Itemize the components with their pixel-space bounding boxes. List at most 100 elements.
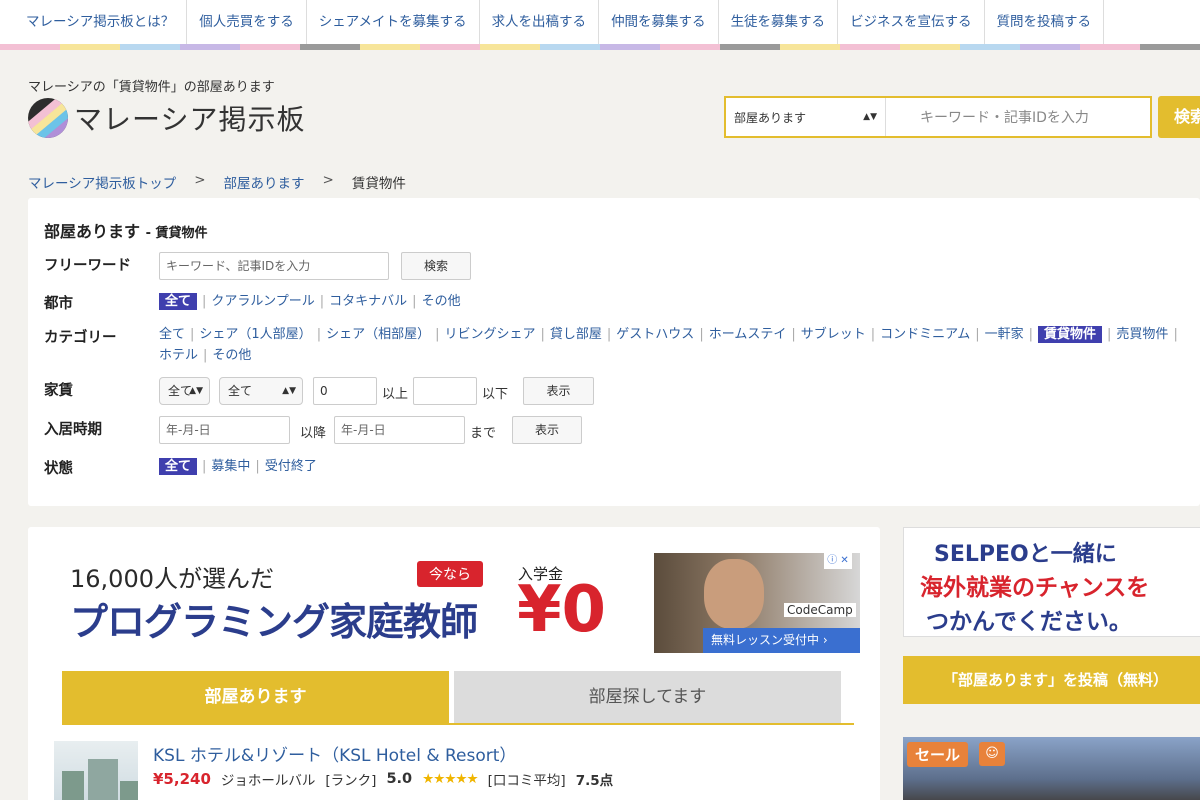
category-item[interactable]: ホテル [159, 348, 198, 363]
status-closed[interactable]: 受付終了 [265, 459, 317, 474]
listing-thumbnail[interactable] [54, 741, 138, 800]
rent-period-value: 全て [228, 384, 253, 398]
sale-badge: セール [907, 742, 969, 767]
category-item[interactable]: リビングシェア [444, 327, 535, 342]
sale-banner[interactable]: セール ☺ [903, 737, 1200, 800]
tab-rooms-available[interactable]: 部屋あります [62, 671, 449, 723]
movein-apply-button[interactable]: 表示 [512, 416, 582, 444]
site-logo[interactable]: マレーシア掲示板 [28, 98, 305, 138]
breadcrumb-rooms[interactable]: 部屋あります [224, 172, 305, 192]
city-kk[interactable]: コタキナバル [329, 294, 407, 309]
breadcrumb: マレーシア掲示板トップ > 部屋あります > 賃貸物件 [28, 172, 406, 192]
movein-to-input[interactable]: 年-月-日 [334, 416, 465, 444]
category-item[interactable]: ゲストハウス [616, 327, 694, 342]
category-item[interactable]: シェア（1人部屋） [199, 327, 311, 342]
status-all[interactable]: 全て [159, 458, 198, 475]
select-arrows-icon: ▲▼ [189, 386, 203, 396]
tab-underline [62, 723, 854, 725]
top-nav: マレーシア掲示板とは？ 個人売買をする シェアメイトを募集する 求人を出稿する … [0, 0, 1200, 44]
category-item[interactable]: 全て [159, 327, 185, 342]
category-item[interactable]: サブレット [801, 327, 866, 342]
category-item[interactable]: その他 [212, 348, 251, 363]
movein-to-suffix: まで [470, 426, 497, 441]
search-category-select[interactable]: 部屋あります ▲▼ [726, 98, 886, 136]
tab-rooms-wanted[interactable]: 部屋探してます [454, 671, 841, 723]
freeword-input[interactable]: キーワード、記事IDを入力 [159, 252, 389, 280]
category-item[interactable]: 貸し部屋 [550, 327, 602, 342]
nav-business[interactable]: ビジネスを宣伝する [838, 0, 985, 44]
side-banner-line2: 海外就業のチャンスを [920, 575, 1150, 601]
nav-sell[interactable]: 個人売買をする [187, 0, 307, 44]
listing-meta: ¥5,240 ジョホールバル [ランク] 5.0 ★★★★★ [口コミ平均] 7… [153, 769, 613, 789]
category-item[interactable]: 売買物件 [1116, 327, 1168, 342]
side-ad-banner[interactable]: SELPEOと一緒に 海外就業のチャンスを つかんでください。 [903, 527, 1200, 637]
rent-label: 家賃 [44, 383, 73, 399]
listing-rank: 5.0 [386, 771, 413, 787]
city-kl[interactable]: クアラルンプール [211, 294, 314, 309]
filter-title-main: 部屋あります [44, 222, 141, 241]
filter-panel: 部屋あります - 賃貸物件 フリーワード キーワード、記事IDを入力 検索 都市… [28, 198, 1200, 506]
listing-review: 7.5点 [575, 773, 614, 789]
search-input[interactable]: キーワード・記事IDを入力 [886, 107, 1089, 127]
nav-question[interactable]: 質問を投稿する [985, 0, 1105, 44]
person-photo [704, 559, 764, 629]
rent-min-input[interactable]: 0 [313, 377, 377, 405]
side-banner-line1: SELPEOと一緒に [934, 542, 1117, 567]
category-item-active[interactable]: 賃貸物件 [1038, 326, 1103, 343]
city-other[interactable]: その他 [422, 294, 461, 309]
select-arrows-icon: ▲▼ [282, 386, 296, 396]
category-item[interactable]: シェア（相部屋） [326, 327, 430, 342]
movein-label: 入居時期 [44, 422, 102, 438]
nav-friends[interactable]: 仲間を募集する [599, 0, 719, 44]
category-label: カテゴリー [44, 330, 117, 346]
listing-price: ¥5,240 [153, 770, 211, 788]
chevron-right-icon: > [194, 172, 206, 188]
ad-banner[interactable]: 16,000人が選んだ プログラミング家庭教師 今なら 入学金 ¥0 CodeC… [62, 553, 860, 653]
chevron-right-icon: > [322, 172, 334, 188]
rent-apply-button[interactable]: 表示 [523, 377, 594, 405]
search-button[interactable]: 検索 [1158, 96, 1200, 138]
ad-cta: 無料レッスン受付中 › [703, 628, 860, 653]
status-links: 全て | 募集中 | 受付終了 [159, 456, 317, 477]
main-content: 16,000人が選んだ プログラミング家庭教師 今なら 入学金 ¥0 CodeC… [28, 527, 880, 800]
rent-period-select[interactable]: 全て ▲▼ [219, 377, 303, 405]
filter-title: 部屋あります - 賃貸物件 [44, 218, 208, 242]
status-label: 状態 [44, 461, 73, 477]
movein-from-input[interactable]: 年-月-日 [159, 416, 290, 444]
post-listing-button[interactable]: 「部屋あります」を投稿（無料） [903, 656, 1200, 704]
star-rating-icon: ★★★★★ [422, 771, 479, 787]
category-item[interactable]: ホームステイ [709, 327, 787, 342]
breadcrumb-top[interactable]: マレーシア掲示板トップ [28, 172, 176, 192]
movein-from-suffix: 以降 [300, 426, 327, 441]
select-arrows-icon: ▲▼ [863, 112, 877, 122]
smile-icon: ☺ [979, 742, 1005, 766]
nav-students[interactable]: 生徒を募集する [719, 0, 839, 44]
filter-title-sub: - 賃貸物件 [145, 226, 208, 241]
breadcrumb-current: 賃貸物件 [351, 176, 406, 192]
rent-max-suffix: 以下 [482, 387, 509, 402]
rent-max-input[interactable] [413, 377, 477, 405]
listing-review-label: [口コミ平均] [487, 773, 566, 789]
ad-line2: プログラミング家庭教師 [70, 600, 478, 644]
search-box: 部屋あります ▲▼ キーワード・記事IDを入力 [724, 96, 1152, 138]
rent-currency-select[interactable]: 全て ▲▼ [159, 377, 210, 405]
nav-job[interactable]: 求人を出稿する [480, 0, 600, 44]
ad-info-icon[interactable]: ⓘ ✕ [824, 553, 852, 569]
category-item[interactable]: 一軒家 [985, 327, 1024, 342]
city-all[interactable]: 全て [159, 293, 198, 310]
category-item[interactable]: コンドミニアム [880, 327, 970, 342]
nav-about[interactable]: マレーシア掲示板とは？ [0, 0, 188, 44]
category-links: 全て | シェア（1人部屋） | シェア（相部屋） | リビングシェア | 貸し部屋 | ゲストハウ… [159, 326, 1178, 363]
city-links: 全て | クアラルンプール | コタキナバル | その他 [159, 291, 461, 312]
ad-amount: ¥0 [517, 573, 607, 647]
ad-photo: CodeCamp 無料レッスン受付中 › ⓘ ✕ [654, 553, 860, 653]
city-label: 都市 [44, 296, 73, 312]
freeword-search-button[interactable]: 検索 [401, 252, 471, 280]
status-open[interactable]: 募集中 [211, 459, 250, 474]
rent-min-suffix: 以上 [382, 387, 409, 402]
site-title: マレーシア掲示板 [74, 103, 306, 136]
ad-line1: 16,000人が選んだ [70, 565, 274, 593]
listing-title[interactable]: KSL ホテル&リゾート（KSL Hotel & Resort） [153, 741, 516, 766]
nav-sharemate[interactable]: シェアメイトを募集する [307, 0, 480, 44]
listing-location: ジョホールバル [220, 773, 316, 789]
